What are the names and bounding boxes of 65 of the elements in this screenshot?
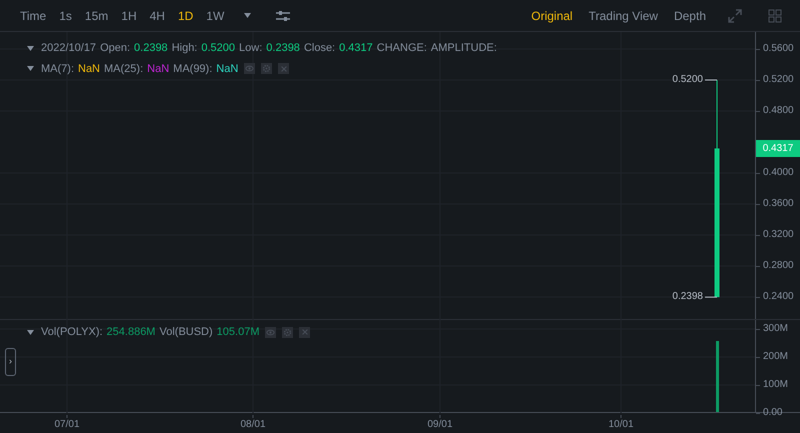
price-tick: 0.3200 xyxy=(756,230,794,240)
legend-value: 0.2398 xyxy=(266,41,300,56)
legend-label: Close: xyxy=(304,41,336,56)
expand-icon[interactable] xyxy=(728,8,742,22)
date-tick: 08/01 xyxy=(240,415,266,430)
high-label: 0.5200 xyxy=(672,75,703,85)
sliders-icon[interactable] xyxy=(276,10,290,22)
volume-tick: 300M xyxy=(756,324,788,334)
legend-label: Open: xyxy=(100,41,130,56)
volume-value: 254.886M xyxy=(106,325,156,340)
legend-value: 0.5200 xyxy=(201,41,236,56)
volume-tick: 200M xyxy=(756,352,788,362)
indicator-label: MA(99): xyxy=(173,62,212,76)
candle-date: 2022/10/17 xyxy=(41,41,96,56)
legend-label: AMPLITUDE: xyxy=(430,41,497,56)
eye-icon[interactable] xyxy=(265,326,276,338)
price-tick: 0.2800 xyxy=(756,261,794,271)
close-icon[interactable] xyxy=(299,326,310,338)
caret-icon[interactable] xyxy=(27,46,34,51)
interval-tab[interactable]: 1s xyxy=(59,6,72,24)
price-tick: 0.2400 xyxy=(756,292,794,302)
view-tab[interactable]: Trading View xyxy=(588,6,658,24)
interval-tab[interactable]: 1D xyxy=(178,6,194,24)
indicator-label: MA(7): xyxy=(41,62,74,76)
view-tab[interactable]: Depth xyxy=(674,6,706,24)
settings-icon[interactable] xyxy=(261,63,272,74)
caret-icon[interactable] xyxy=(244,13,252,18)
volume-tick: 0.00 xyxy=(756,408,782,418)
eye-icon[interactable] xyxy=(244,63,256,74)
settings-icon[interactable] xyxy=(282,326,294,338)
price-tick: 0.5200 xyxy=(756,75,794,85)
view-tab[interactable]: Original xyxy=(531,6,573,24)
interval-tab[interactable]: 15m xyxy=(84,6,108,24)
indicator-label: MA(25): xyxy=(104,62,144,76)
indicator-value: NaN xyxy=(78,62,100,76)
legend-label: CHANGE: xyxy=(376,41,427,56)
volume-tick: 100M xyxy=(756,380,788,390)
leader-line xyxy=(704,296,718,298)
caret-icon[interactable] xyxy=(27,66,34,72)
volume-value: 105.07M xyxy=(216,325,260,340)
interval-tab[interactable]: 4H xyxy=(150,6,165,24)
price-tick: 0.5600 xyxy=(756,44,794,54)
date-tick: 09/01 xyxy=(427,415,453,430)
close-icon[interactable] xyxy=(278,63,290,74)
legend-value: 0.4317 xyxy=(339,41,373,56)
volume-label: Vol(POLYX): xyxy=(41,325,103,340)
price-tick: 0.4800 xyxy=(756,106,794,116)
interval-tab[interactable]: 1W xyxy=(206,6,224,24)
collapse-toggle[interactable]: › xyxy=(5,348,16,376)
price-tick: 0.4000 xyxy=(756,168,794,178)
low-label: 0.2398 xyxy=(672,292,703,302)
legend-label: High: xyxy=(172,41,198,56)
interval-tab[interactable]: 1H xyxy=(121,6,137,24)
legend-label: Low: xyxy=(239,41,262,56)
volume-label: Vol(BUSD) xyxy=(159,325,213,340)
price-tick: 0.3600 xyxy=(756,199,794,209)
caret-icon[interactable] xyxy=(27,330,34,335)
last-price-tag: 0.4317 xyxy=(756,140,800,158)
legend-value: 0.2398 xyxy=(134,41,168,56)
interval-tab[interactable]: Time xyxy=(20,6,46,24)
date-tick: 07/01 xyxy=(54,415,80,430)
grid-icon[interactable] xyxy=(768,8,782,22)
indicator-value: NaN xyxy=(216,62,238,76)
date-tick: 10/01 xyxy=(608,415,634,430)
indicator-value: NaN xyxy=(147,62,170,76)
